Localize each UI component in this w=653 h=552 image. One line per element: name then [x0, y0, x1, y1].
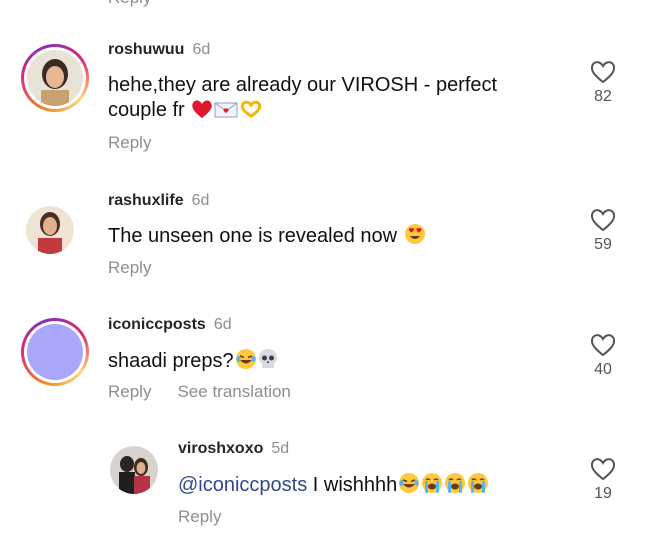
like-button[interactable]: 40	[588, 333, 618, 379]
comment-username[interactable]: rashuxlife 6d	[108, 192, 209, 210]
heart-emoji-icon	[191, 99, 213, 126]
loudly-crying-emoji-icon	[444, 472, 466, 501]
comment-username[interactable]: viroshxoxo 5d	[178, 440, 289, 458]
loudly-crying-emoji-icon	[421, 472, 443, 501]
reply-button[interactable]: Reply	[108, 133, 151, 152]
reply-button[interactable]: Reply	[178, 507, 221, 526]
love-letter-emoji-icon	[214, 101, 238, 126]
avatar[interactable]	[110, 446, 158, 494]
comment-text: hehe,they are already our VIROSH - perfe…	[108, 73, 528, 126]
heart-outline-icon	[588, 208, 618, 232]
see-translation-button[interactable]: See translation	[177, 382, 290, 401]
laughing-emoji-icon	[235, 348, 257, 377]
like-button[interactable]: 59	[588, 208, 618, 254]
skull-emoji-icon	[258, 348, 278, 377]
loudly-crying-emoji-icon	[467, 472, 489, 501]
like-button[interactable]: 19	[588, 457, 618, 503]
avatar-placeholder	[27, 324, 83, 380]
avatar[interactable]	[26, 206, 74, 254]
avatar[interactable]	[21, 318, 89, 386]
like-count: 19	[594, 485, 612, 502]
laughing-emoji-icon	[398, 472, 420, 501]
comment-username[interactable]: roshuwuu 6d	[108, 41, 210, 59]
comment-username[interactable]: iconiccposts 6d	[108, 316, 232, 334]
avatar[interactable]	[21, 44, 89, 112]
comment-time: 6d	[191, 192, 210, 209]
comment-actions: Reply	[108, 133, 177, 153]
like-count: 40	[594, 361, 612, 378]
heart-outline-icon	[588, 457, 618, 481]
comment-text: The unseen one is revealed now	[108, 223, 528, 252]
reply-button[interactable]: Reply	[108, 0, 151, 8]
heart-outline-icon	[588, 60, 618, 84]
comment-text: @iconiccposts I wishhhh	[178, 472, 558, 501]
like-count: 82	[594, 88, 612, 105]
heart-eyes-emoji-icon	[404, 223, 426, 252]
reply-button[interactable]: Reply	[108, 382, 151, 401]
comment-time: 6d	[213, 316, 232, 333]
comment-actions: Reply See translation	[108, 382, 317, 402]
mention-link[interactable]: @iconiccposts	[178, 474, 307, 496]
avatar-photo	[27, 50, 83, 106]
heart-outline-icon	[588, 333, 618, 357]
comment-time: 6d	[192, 41, 211, 58]
like-count: 59	[594, 236, 612, 253]
like-button[interactable]: 82	[588, 60, 618, 106]
heart-hands-emoji-icon	[239, 99, 263, 126]
comment-actions: Reply	[108, 258, 177, 278]
comment-actions: Reply	[178, 507, 247, 527]
comment-text: shaadi preps?	[108, 348, 528, 377]
comment-time: 5d	[271, 440, 290, 457]
reply-button[interactable]: Reply	[108, 258, 151, 277]
